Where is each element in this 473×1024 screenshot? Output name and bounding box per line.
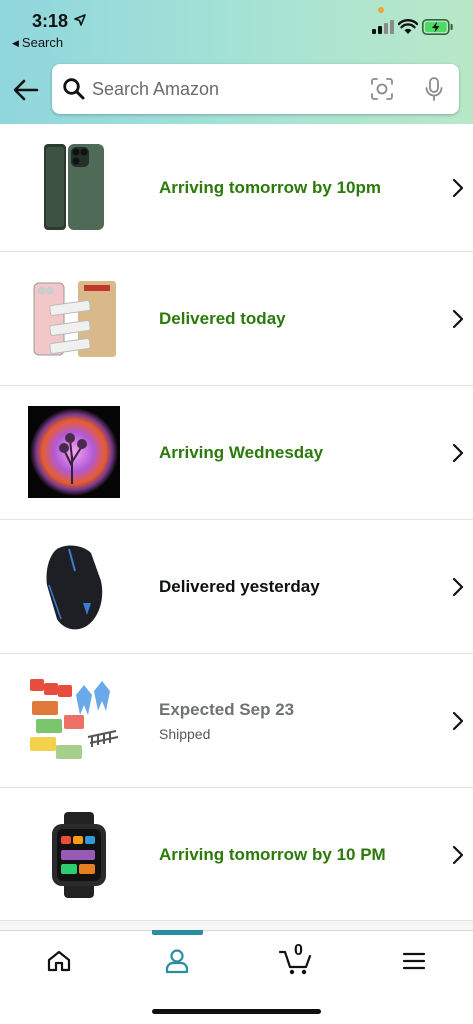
order-row[interactable]: Delivered today: [0, 252, 473, 386]
order-status: Arriving Wednesday: [159, 442, 324, 462]
storage-bags-image: [30, 679, 119, 759]
orders-list: Arriving tomorrow by 10pm Delivered toda…: [0, 124, 473, 922]
product-image-screen-protector-pack: [24, 271, 124, 367]
chevron-right-icon[interactable]: [451, 177, 465, 199]
chevron-right-icon[interactable]: [451, 710, 465, 732]
account-icon: [165, 949, 189, 974]
battery-charging-icon: [422, 19, 453, 35]
order-info: Delivered yesterday: [159, 520, 320, 653]
cellular-signal-icon: [372, 20, 394, 34]
order-status: Delivered today: [159, 308, 286, 328]
cart-count-badge: 0: [294, 942, 303, 959]
camera-scan-icon[interactable]: [370, 77, 394, 101]
search-icon: [63, 78, 85, 100]
search-bar[interactable]: [52, 64, 459, 114]
product-image-gaming-mouse: [24, 539, 124, 635]
order-status: Arriving tomorrow by 10 PM: [159, 844, 386, 864]
product-image-sunset-lamp: [28, 406, 120, 498]
status-bar: 3:18 ◀ Search: [0, 0, 473, 52]
tab-account[interactable]: [118, 931, 236, 991]
order-row[interactable]: Expected Sep 23 Shipped: [0, 654, 473, 788]
tab-home[interactable]: [0, 931, 118, 991]
back-app-label: Search: [21, 35, 64, 50]
tab-menu[interactable]: [355, 931, 473, 991]
back-arrow-icon[interactable]: [12, 77, 40, 103]
order-info: Arriving tomorrow by 10 PM: [159, 788, 386, 921]
screen-protector-image: [33, 281, 116, 357]
chevron-right-icon[interactable]: [451, 844, 465, 866]
order-row[interactable]: Arriving tomorrow by 10 PM: [0, 788, 473, 922]
location-arrow-icon: [74, 14, 86, 26]
order-info: Arriving Wednesday: [159, 386, 323, 519]
order-status: Delivered yesterday: [159, 576, 320, 596]
order-row[interactable]: Delivered yesterday: [0, 520, 473, 654]
gaming-mouse-image: [46, 545, 103, 630]
order-info: Expected Sep 23 Shipped: [159, 654, 294, 787]
chevron-right-icon[interactable]: [451, 308, 465, 330]
order-info: Arriving tomorrow by 10pm: [159, 124, 381, 251]
product-image-smart-watch: [24, 807, 124, 903]
order-row[interactable]: Arriving tomorrow by 10pm: [0, 124, 473, 252]
product-image-storage-bags-set: [24, 673, 124, 769]
chevron-right-icon[interactable]: [451, 576, 465, 598]
menu-icon: [402, 952, 426, 970]
smart-watch-image: [52, 812, 106, 898]
order-status: Expected Sep 23: [159, 699, 295, 719]
search-input[interactable]: [92, 64, 362, 114]
list-item-partial: [0, 920, 473, 930]
order-info: Delivered today: [159, 252, 286, 385]
back-to-app-link[interactable]: ◀ Search: [12, 35, 63, 50]
tab-cart[interactable]: 0: [237, 931, 355, 991]
chevron-right-icon[interactable]: [451, 442, 465, 464]
back-triangle-icon: ◀: [12, 38, 19, 48]
privacy-indicator-dot: [378, 7, 384, 13]
sunset-lamp-image: [28, 406, 120, 498]
microphone-icon[interactable]: [424, 76, 444, 102]
clock: 3:18: [32, 11, 69, 31]
home-indicator: [152, 1009, 321, 1014]
phone-case-image: [44, 144, 104, 230]
header: 3:18 ◀ Search: [0, 0, 473, 124]
product-image-green-phone-case: [24, 140, 124, 236]
wifi-icon: [398, 19, 418, 34]
order-status: Arriving tomorrow by 10pm: [159, 177, 381, 197]
order-substatus: Shipped: [159, 725, 211, 742]
order-row[interactable]: Arriving Wednesday: [0, 386, 473, 520]
home-icon: [47, 950, 71, 972]
